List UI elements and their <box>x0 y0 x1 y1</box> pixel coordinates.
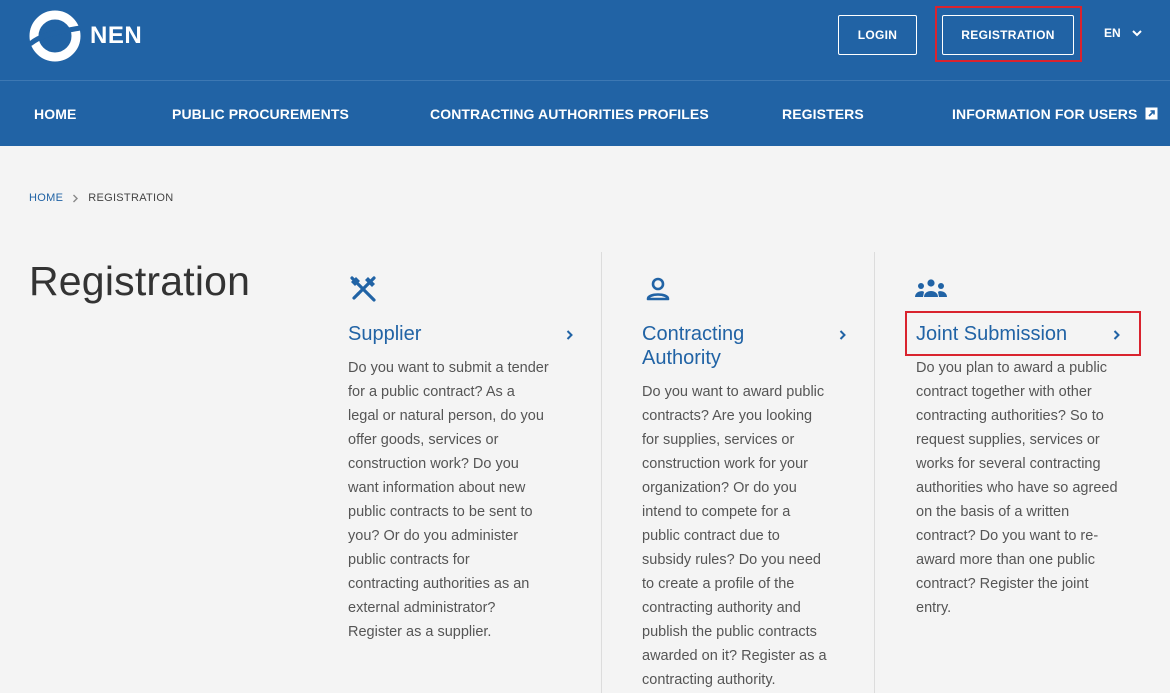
description-line: contracting authority. <box>642 672 776 688</box>
chevron-down-icon <box>1131 30 1142 37</box>
nen-logo-icon[interactable] <box>28 10 82 62</box>
description-line: intend to compete for a <box>642 504 791 520</box>
nav-item-home[interactable]: HOME <box>34 81 76 146</box>
tools-icon <box>350 276 376 302</box>
description-line: subsidy rules? Do you need <box>642 552 821 568</box>
description-line: Do you plan to award a public <box>916 360 1108 376</box>
description-line: to create a profile of the <box>642 576 795 592</box>
description-line: organization? Or do you <box>642 480 797 496</box>
user-icon <box>646 277 670 301</box>
contracting-authority-description: Do you want to award public contracts? A… <box>642 380 827 692</box>
description-line: external administrator? <box>348 600 496 616</box>
joint-submission-description: Do you plan to award a public contract t… <box>916 356 1118 620</box>
description-line: entry. <box>916 600 952 616</box>
description-line: contracting authorities? So to <box>916 408 1104 424</box>
joint-submission-highlight-box <box>905 311 1141 356</box>
main-navigation: HOME PUBLIC PROCUREMENTS CONTRACTING AUT… <box>0 80 1170 146</box>
breadcrumb: HOME REGISTRATION <box>29 192 174 204</box>
column-divider <box>874 252 875 693</box>
description-line: offer goods, services or <box>348 432 499 448</box>
breadcrumb-home[interactable]: HOME <box>29 192 63 204</box>
description-line: contracting authority and <box>642 600 801 616</box>
description-line: awarded on it? Register as a <box>642 648 827 664</box>
login-button[interactable]: LOGIN <box>838 15 917 55</box>
brand-name[interactable]: NEN <box>90 22 142 50</box>
description-line: contract? Do you want to re- <box>916 528 1099 544</box>
group-icon <box>915 279 947 297</box>
description-line: construction work for your <box>642 456 809 472</box>
page-title: Registration <box>29 258 251 304</box>
language-selector[interactable]: EN <box>1104 26 1143 40</box>
nav-item-label: INFORMATION FOR USERS <box>952 105 1138 122</box>
column-divider <box>601 252 602 693</box>
description-line: contracting authorities as an <box>348 576 530 592</box>
description-line: contract together with other <box>916 384 1092 400</box>
supplier-description: Do you want to submit a tender for a pub… <box>348 356 549 644</box>
language-label: EN <box>1104 26 1121 40</box>
description-line: public contracts to be sent to <box>348 504 533 520</box>
description-line: authorities who have so agreed <box>916 480 1118 496</box>
title-line: Authority <box>642 347 721 369</box>
description-line: for a public contract? As a <box>348 384 515 400</box>
external-link-icon <box>1145 107 1158 120</box>
title-line: Contracting <box>642 323 745 345</box>
description-line: for supplies, services or <box>642 432 795 448</box>
description-line: contracts? Are you looking <box>642 408 813 424</box>
description-line: Register as a supplier. <box>348 624 492 640</box>
description-line: public contract due to <box>642 528 780 544</box>
description-line: publish the public contracts <box>642 624 817 640</box>
contracting-authority-title-link[interactable]: Contracting Authority <box>642 322 744 370</box>
registration-highlight-box <box>935 6 1082 62</box>
nav-item-public-procurements[interactable]: PUBLIC PROCUREMENTS <box>172 81 349 146</box>
breadcrumb-current: REGISTRATION <box>88 192 174 204</box>
description-line: works for several contracting <box>916 456 1101 472</box>
chevron-right-icon <box>73 194 79 202</box>
nav-item-contracting-authorities-profiles[interactable]: CONTRACTING AUTHORITIES PROFILES <box>430 81 709 146</box>
supplier-title-link[interactable]: Supplier <box>348 322 421 346</box>
description-line: want information about new <box>348 480 526 496</box>
description-line: Do you want to submit a tender <box>348 360 549 376</box>
description-line: legal or natural person, do you <box>348 408 544 424</box>
description-line: public contracts for <box>348 552 470 568</box>
description-line: on the basis of a written <box>916 504 1070 520</box>
chevron-right-icon[interactable] <box>565 329 575 341</box>
top-bar: NEN LOGIN REGISTRATION EN <box>0 0 1170 80</box>
description-line: Do you want to award public <box>642 384 825 400</box>
chevron-right-icon[interactable] <box>838 329 848 341</box>
description-line: construction work? Do you <box>348 456 519 472</box>
description-line: award more than one public <box>916 552 1095 568</box>
nav-item-information-for-users[interactable]: INFORMATION FOR USERS <box>952 81 1158 146</box>
description-line: contract? Register the joint <box>916 576 1089 592</box>
nav-item-registers[interactable]: REGISTERS <box>782 81 864 146</box>
description-line: request supplies, services or <box>916 432 1100 448</box>
description-line: you? Or do you administer <box>348 528 519 544</box>
